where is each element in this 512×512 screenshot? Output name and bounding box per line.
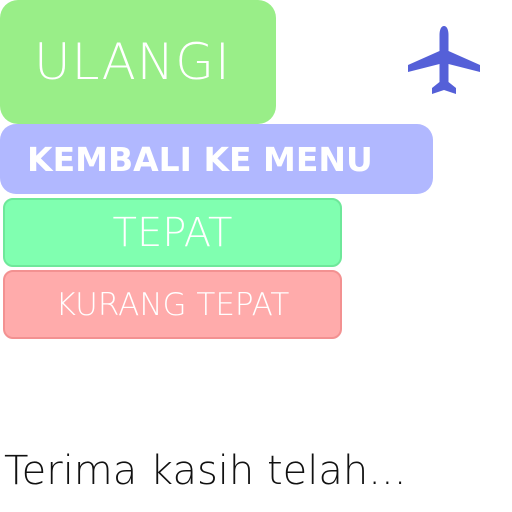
retry-button-label: ULANGI xyxy=(34,33,231,91)
thanks-message: Terima kasih telah... xyxy=(4,448,407,494)
back-to-menu-button[interactable]: KEMBALI KE MENU xyxy=(0,124,433,194)
result-screen: ULANGI KEMBALI KE MENU TEPAT KURANG TEPA… xyxy=(0,0,512,512)
retry-button[interactable]: ULANGI xyxy=(0,0,276,124)
less-correct-button-label: KURANG TEPAT xyxy=(55,286,290,323)
correct-button-label: TEPAT xyxy=(112,209,233,256)
less-correct-button[interactable]: KURANG TEPAT xyxy=(3,270,342,339)
airplane-icon xyxy=(408,26,480,94)
back-to-menu-button-label: KEMBALI KE MENU xyxy=(27,139,373,179)
correct-button[interactable]: TEPAT xyxy=(3,198,342,267)
